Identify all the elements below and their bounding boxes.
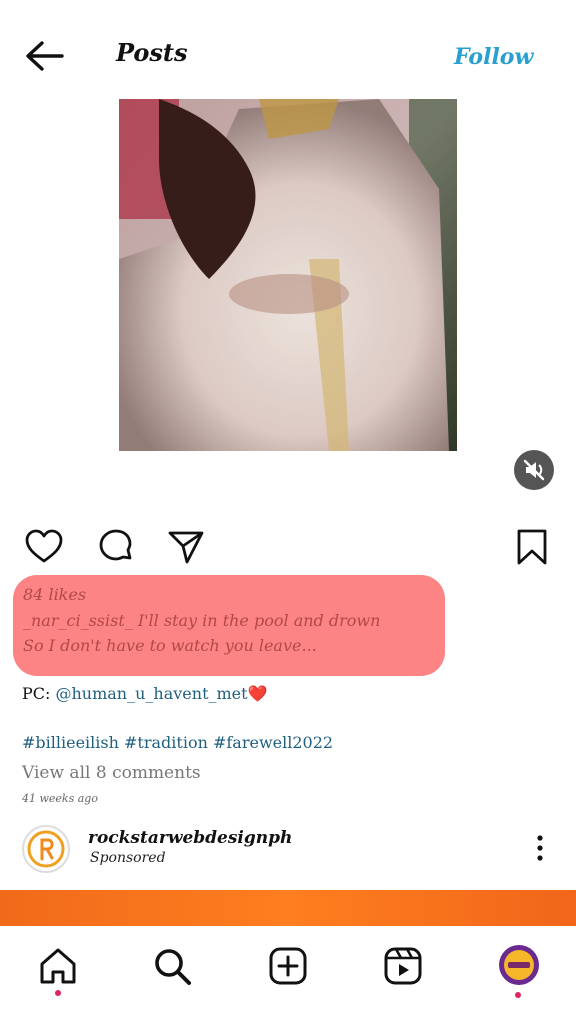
search-icon (155, 949, 191, 985)
likes-count[interactable]: 84 likes (23, 585, 86, 604)
page-title: Posts (116, 38, 188, 67)
post-image[interactable] (119, 99, 457, 451)
home-icon (40, 948, 76, 984)
paper-plane-icon (168, 531, 204, 564)
sponsored-post-image[interactable] (0, 890, 576, 926)
post-photo (119, 99, 457, 451)
tab-create[interactable] (268, 946, 308, 986)
sponsored-label: Sponsored (90, 850, 166, 866)
save-button[interactable] (512, 527, 552, 567)
tab-reels[interactable] (383, 946, 423, 986)
more-options-button[interactable] (528, 833, 552, 865)
reels-icon (384, 947, 422, 985)
profile-notification-dot (515, 992, 521, 998)
heart-emoji: ❤️ (247, 684, 268, 703)
back-button[interactable] (22, 36, 66, 76)
photo-credit-user[interactable]: @human_u_havent_met (55, 684, 247, 703)
sponsor-avatar[interactable] (22, 825, 70, 873)
follow-button[interactable]: Follow (454, 44, 533, 70)
profile-avatar-icon (499, 945, 539, 985)
home-notification-dot (55, 990, 61, 996)
comment-button[interactable] (96, 527, 136, 567)
tab-search[interactable] (152, 946, 192, 986)
caption-text-1: I'll stay in the pool and drown (132, 611, 381, 630)
share-button[interactable] (166, 527, 206, 567)
vertical-dots-icon (537, 835, 543, 861)
bookmark-icon (517, 529, 547, 565)
tab-profile[interactable] (498, 944, 540, 986)
caption-line-1: _nar_ci_ssist_ I'll stay in the pool and… (23, 611, 380, 630)
photo-credit-prefix: PC: (22, 684, 56, 703)
post-timestamp: 41 weeks ago (22, 792, 98, 805)
caption-line-2: So I don't have to watch you leave... (23, 636, 317, 655)
photo-credit: PC: @human_u_havent_met❤️ (22, 684, 268, 703)
sponsor-name[interactable]: rockstarwebdesignph (88, 828, 292, 848)
sponsor-logo-icon (27, 830, 65, 868)
caption-username[interactable]: _nar_ci_ssist_ (23, 611, 133, 630)
mute-toggle[interactable] (514, 450, 554, 490)
like-button[interactable] (24, 527, 64, 567)
comment-bubble-icon (99, 529, 132, 561)
view-comments-link[interactable]: View all 8 comments (22, 763, 201, 783)
arrow-left-icon (26, 41, 64, 71)
speaker-muted-icon (523, 459, 545, 481)
tab-home[interactable] (38, 946, 78, 986)
heart-icon (25, 529, 63, 563)
hashtags[interactable]: #billieeilish #tradition #farewell2022 (22, 733, 333, 752)
plus-square-icon (269, 947, 307, 985)
